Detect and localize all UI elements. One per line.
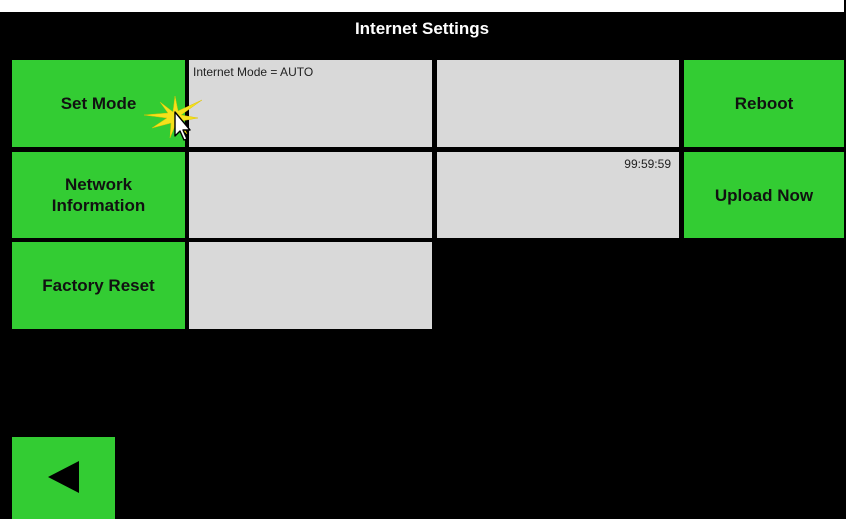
timer-panel: 99:59:59 <box>437 152 679 238</box>
set-mode-label: Set Mode <box>60 94 137 113</box>
internet-mode-panel: Internet Mode = AUTO <box>189 60 432 147</box>
back-button[interactable] <box>12 437 115 519</box>
left-triangle-icon <box>48 461 79 493</box>
upload-now-label: Upload Now <box>714 185 814 205</box>
blank-panel-row1 <box>437 60 679 147</box>
factory-reset-label: Factory Reset <box>42 276 155 295</box>
reboot-label: Reboot <box>734 94 794 113</box>
set-mode-button[interactable]: Set Mode <box>12 60 185 147</box>
factory-reset-button[interactable]: Factory Reset <box>12 242 185 329</box>
timer-value: 99:59:59 <box>624 157 671 171</box>
internet-settings-screen: Internet Settings Set Mode Internet Mode… <box>0 12 844 519</box>
page-title: Internet Settings <box>354 19 490 38</box>
upload-now-button[interactable]: Upload Now <box>684 152 844 238</box>
network-information-button[interactable]: Network Information <box>12 152 185 238</box>
internet-mode-status: Internet Mode = AUTO <box>193 65 314 79</box>
blank-panel-row3 <box>189 242 432 329</box>
network-information-label: Network Information <box>51 175 146 215</box>
reboot-button[interactable]: Reboot <box>684 60 844 147</box>
blank-panel-row2 <box>189 152 432 238</box>
